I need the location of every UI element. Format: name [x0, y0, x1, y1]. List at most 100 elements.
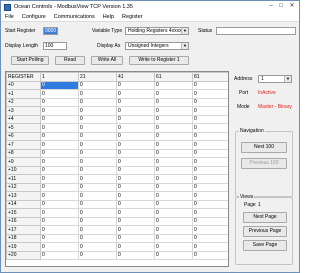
register-cell[interactable]: 0: [116, 89, 155, 99]
register-cell[interactable]: 0: [78, 140, 117, 150]
register-cell[interactable]: 0: [154, 191, 193, 201]
register-cell[interactable]: 0: [40, 80, 79, 90]
display-length-input[interactable]: 100: [43, 42, 67, 50]
register-cell[interactable]: 0: [154, 148, 193, 158]
register-cell[interactable]: 0: [192, 89, 228, 99]
row-header-cell[interactable]: +12: [6, 182, 41, 192]
register-cell[interactable]: 0: [192, 225, 228, 235]
register-cell[interactable]: 0: [192, 242, 228, 252]
register-cell[interactable]: 0: [40, 157, 79, 167]
row-header-cell[interactable]: +2: [6, 97, 41, 107]
register-cell[interactable]: 0: [78, 106, 117, 116]
menu-communications[interactable]: Communications: [50, 14, 99, 20]
register-cell[interactable]: 0: [154, 174, 193, 184]
row-header-cell[interactable]: +6: [6, 131, 41, 141]
register-cell[interactable]: 0: [78, 225, 117, 235]
register-cell[interactable]: 0: [154, 157, 193, 167]
column-header-61[interactable]: 61: [154, 72, 193, 82]
row-header-cell[interactable]: +10: [6, 165, 41, 175]
register-cell[interactable]: 0: [116, 80, 155, 90]
register-cell[interactable]: 0: [154, 97, 193, 107]
register-cell[interactable]: 0: [40, 140, 79, 150]
register-cell[interactable]: 0: [192, 140, 228, 150]
register-cell[interactable]: 0: [78, 97, 117, 107]
register-cell[interactable]: 0: [154, 208, 193, 218]
read-button[interactable]: Read: [55, 56, 85, 65]
row-header-cell[interactable]: +11: [6, 174, 41, 184]
row-header-cell[interactable]: +1: [6, 89, 41, 99]
register-cell[interactable]: 0: [116, 225, 155, 235]
register-cell[interactable]: 0: [116, 233, 155, 243]
register-cell[interactable]: 0: [116, 250, 155, 260]
register-cell[interactable]: 0: [154, 199, 193, 209]
register-cell[interactable]: 0: [78, 199, 117, 209]
previous-100-button[interactable]: Previous 100: [241, 158, 287, 169]
register-cell[interactable]: 0: [78, 165, 117, 175]
register-cell[interactable]: 0: [116, 140, 155, 150]
row-header-cell[interactable]: +7: [6, 140, 41, 150]
register-cell[interactable]: 0: [192, 216, 228, 226]
register-cell[interactable]: 0: [116, 131, 155, 141]
register-cell[interactable]: 0: [78, 242, 117, 252]
register-cell[interactable]: 0: [154, 225, 193, 235]
register-cell[interactable]: 0: [116, 216, 155, 226]
register-cell[interactable]: 0: [154, 106, 193, 116]
register-cell[interactable]: 0: [192, 97, 228, 107]
register-cell[interactable]: 0: [40, 242, 79, 252]
register-cell[interactable]: 0: [192, 174, 228, 184]
register-cell[interactable]: 0: [40, 191, 79, 201]
register-cell[interactable]: 0: [40, 233, 79, 243]
register-grid[interactable]: REGISTER 1 21 41 61 81 +0 0 0 0 0 0 +1 0 0 0 0 0 +2 0…: [5, 71, 229, 267]
register-cell[interactable]: 0: [40, 89, 79, 99]
previous-page-button[interactable]: Previous Page: [243, 226, 287, 237]
register-cell[interactable]: 0: [192, 199, 228, 209]
row-header-cell[interactable]: +20: [6, 250, 41, 260]
menu-configure[interactable]: Configure: [18, 14, 50, 20]
register-cell[interactable]: 0: [116, 199, 155, 209]
register-cell[interactable]: 0: [154, 250, 193, 260]
register-cell[interactable]: 0: [78, 191, 117, 201]
maximize-icon[interactable]: □: [276, 2, 286, 11]
register-cell[interactable]: 0: [116, 191, 155, 201]
register-cell[interactable]: 0: [192, 182, 228, 192]
row-header-cell[interactable]: +18: [6, 233, 41, 243]
start-polling-button[interactable]: Start Polling: [11, 56, 49, 65]
register-cell[interactable]: 0: [78, 216, 117, 226]
register-cell[interactable]: 0: [116, 174, 155, 184]
register-cell[interactable]: 0: [78, 89, 117, 99]
variable-type-select[interactable]: Holding Registers 4xxxx ▼: [125, 27, 189, 35]
register-cell[interactable]: 0: [40, 174, 79, 184]
menu-file[interactable]: File: [1, 14, 18, 20]
register-cell[interactable]: 0: [40, 165, 79, 175]
register-cell[interactable]: 0: [116, 148, 155, 158]
register-cell[interactable]: 0: [40, 123, 79, 133]
register-cell[interactable]: 0: [192, 80, 228, 90]
row-header-cell[interactable]: +17: [6, 225, 41, 235]
register-cell[interactable]: 0: [116, 165, 155, 175]
register-cell[interactable]: 0: [154, 131, 193, 141]
register-cell[interactable]: 0: [78, 182, 117, 192]
register-cell[interactable]: 0: [40, 114, 79, 124]
register-cell[interactable]: 0: [154, 80, 193, 90]
close-icon[interactable]: ✕: [286, 2, 298, 11]
display-as-select[interactable]: Unsigned Integers ▼: [125, 42, 189, 50]
register-cell[interactable]: 0: [40, 97, 79, 107]
register-cell[interactable]: 0: [154, 140, 193, 150]
register-cell[interactable]: 0: [40, 225, 79, 235]
register-cell[interactable]: 0: [78, 250, 117, 260]
register-cell[interactable]: 0: [192, 157, 228, 167]
write-to-register-button[interactable]: Write to Register 1: [129, 56, 189, 65]
save-page-button[interactable]: Save Page: [243, 240, 287, 251]
register-cell[interactable]: 0: [192, 233, 228, 243]
row-header-cell[interactable]: +5: [6, 123, 41, 133]
row-header-cell[interactable]: +4: [6, 114, 41, 124]
column-header-21[interactable]: 21: [78, 72, 117, 82]
register-cell[interactable]: 0: [154, 182, 193, 192]
register-cell[interactable]: 0: [154, 233, 193, 243]
register-cell[interactable]: 0: [116, 242, 155, 252]
row-header-cell[interactable]: +13: [6, 191, 41, 201]
register-cell[interactable]: 0: [40, 199, 79, 209]
column-header-41[interactable]: 41: [116, 72, 155, 82]
register-cell[interactable]: 0: [116, 208, 155, 218]
register-cell[interactable]: 0: [78, 123, 117, 133]
